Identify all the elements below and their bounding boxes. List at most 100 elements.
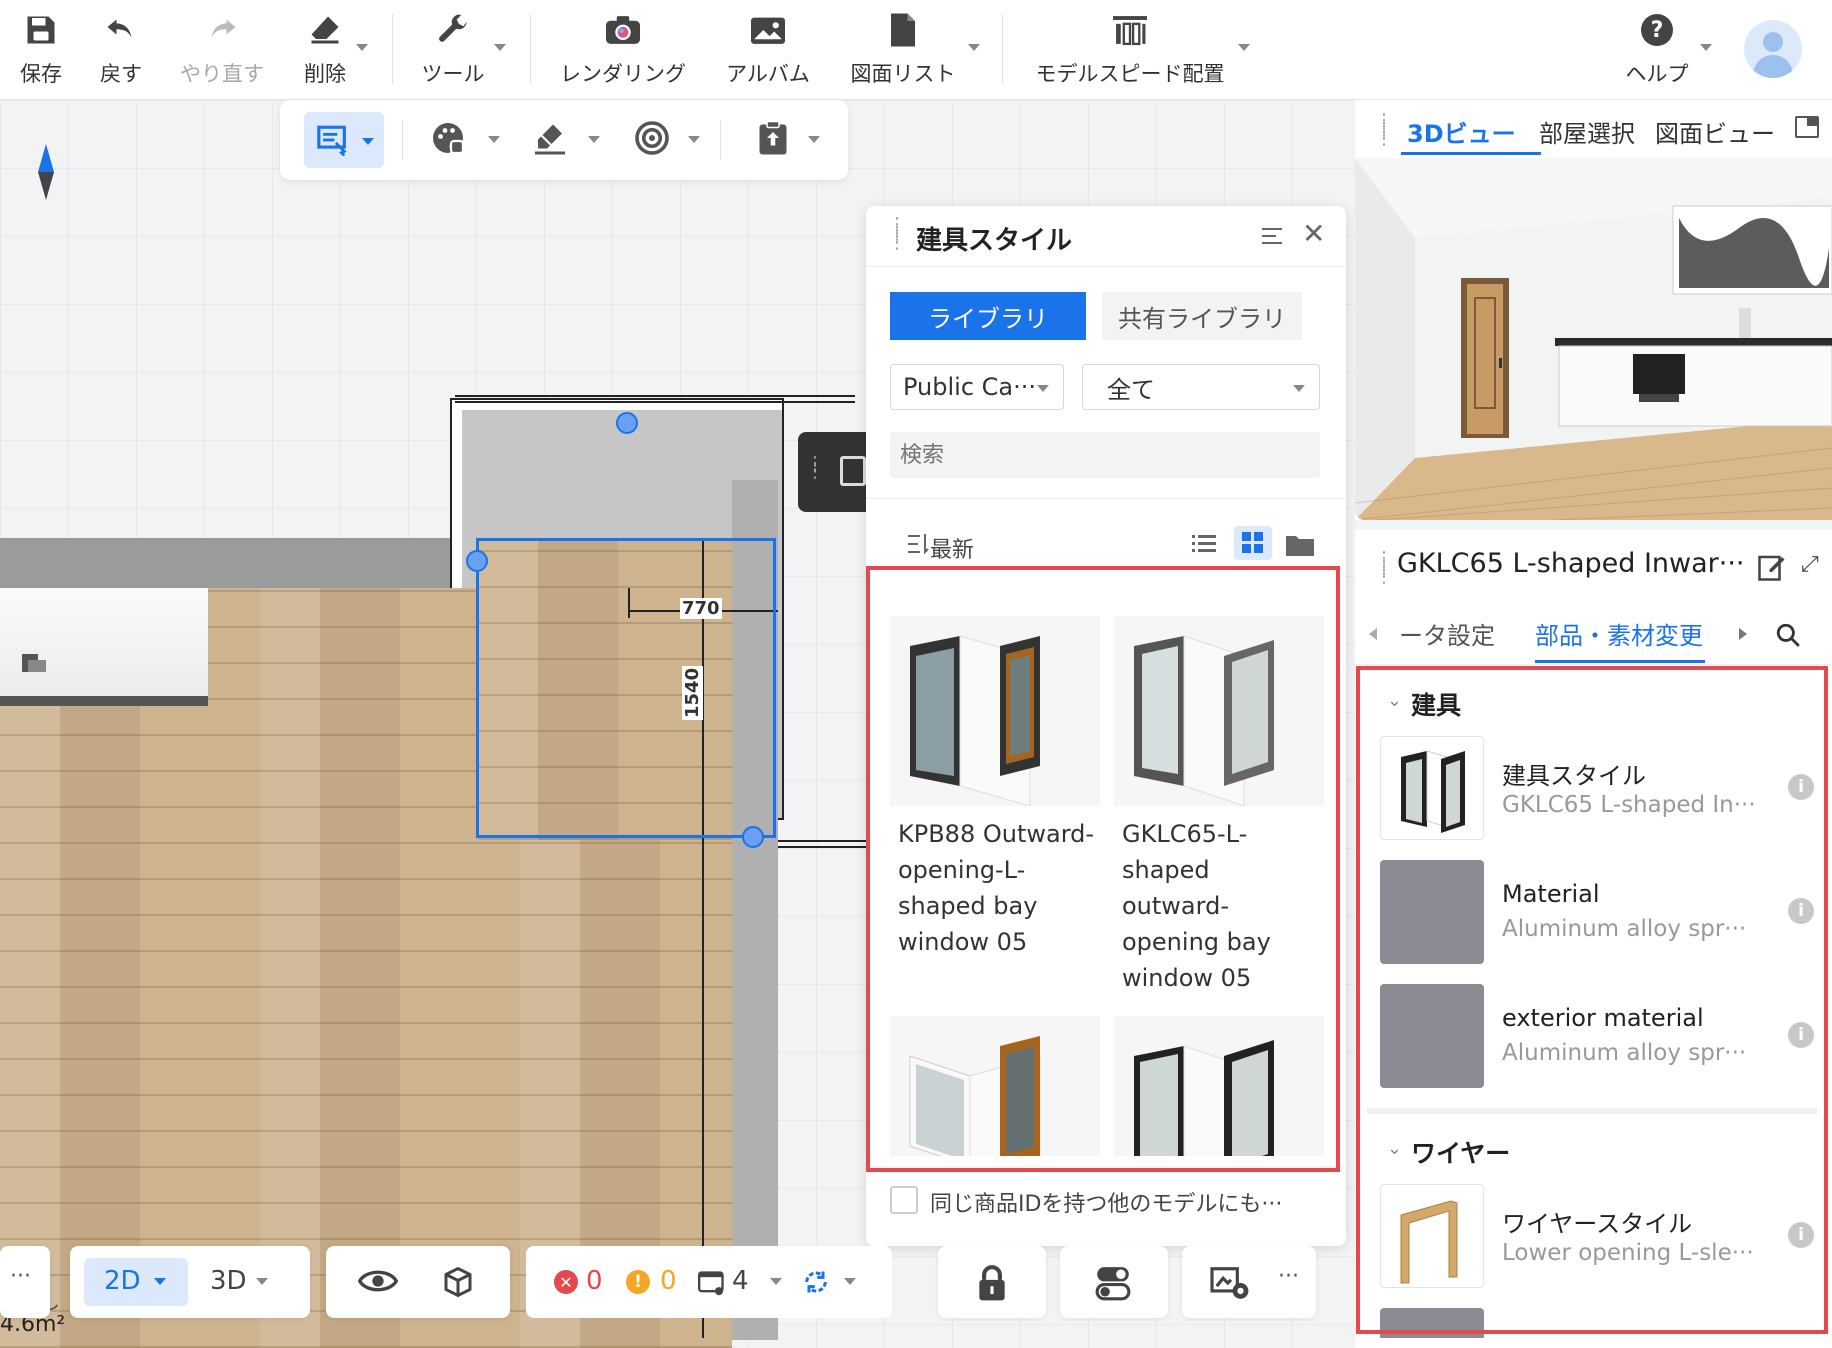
- tab-3d-view[interactable]: 3Dビュー: [1407, 114, 1516, 149]
- eye-icon[interactable]: [357, 1266, 399, 1300]
- library-item[interactable]: KPB88 Outward-opening-L-shaped bay windo…: [890, 616, 1100, 960]
- prop-row-door-style[interactable]: 建具スタイル GKLC65 L-shaped In··· i: [1380, 736, 1820, 844]
- prop-row-wire-style[interactable]: ワイヤースタイル Lower opening L-sle··· i: [1380, 1184, 1820, 1292]
- save-button[interactable]: 保存: [16, 8, 66, 92]
- model-speed-button[interactable]: モデルスピード配置: [1030, 8, 1230, 92]
- chevron-down-icon[interactable]: ⌄: [1387, 1138, 1402, 1159]
- drag-handle-icon[interactable]: ⋮ ⋮: [806, 455, 824, 481]
- prop-row-exterior-material[interactable]: exterior material Aluminum alloy spr··· …: [1380, 984, 1820, 1092]
- status-dropdown-caret[interactable]: [770, 1278, 782, 1285]
- sort-settings-icon[interactable]: [1262, 226, 1284, 250]
- tab-shared-library[interactable]: 共有ライブラリ: [1102, 292, 1302, 340]
- object-context-toolbar[interactable]: ⋮ ⋮: [798, 432, 868, 512]
- tools-dropdown-caret[interactable]: [494, 44, 506, 51]
- tab-room-select[interactable]: 部屋選択: [1539, 114, 1635, 149]
- wrench-icon: [431, 8, 475, 52]
- clipboard-icon[interactable]: [758, 120, 788, 160]
- apply-same-id-checkbox[interactable]: [890, 1186, 918, 1214]
- more-left-button[interactable]: ···: [0, 1246, 50, 1318]
- cube-icon[interactable]: [440, 1264, 476, 1304]
- chevron-down-icon[interactable]: ⌄: [1387, 690, 1402, 711]
- drag-handle-icon[interactable]: ⋮ ⋮ ⋮: [1375, 112, 1393, 148]
- duplicate-icon[interactable]: [840, 456, 866, 486]
- brush-icon[interactable]: [532, 120, 568, 160]
- 3d-viewport[interactable]: [1355, 158, 1832, 520]
- delete-button[interactable]: 削除: [300, 8, 350, 92]
- sync-icon[interactable]: [802, 1268, 830, 1300]
- material-swatch[interactable]: [1380, 1308, 1484, 1338]
- error-icon[interactable]: ✕: [554, 1270, 578, 1294]
- maximize-icon[interactable]: [1795, 116, 1819, 138]
- warning-icon[interactable]: !: [626, 1270, 650, 1294]
- section-wire-title[interactable]: ワイヤー: [1411, 1134, 1510, 1170]
- edit-icon[interactable]: [1757, 552, 1787, 586]
- cabinet-model[interactable]: [0, 588, 208, 706]
- tab-scroll-right-icon[interactable]: [1739, 628, 1747, 640]
- drag-handle-icon[interactable]: ⋮ ⋮ ⋮: [1375, 550, 1393, 586]
- library-item[interactable]: GKLC65-L-shaped outward-opening bay wind…: [1114, 616, 1324, 996]
- selection-handle[interactable]: [742, 826, 764, 848]
- sort-label[interactable]: 最新: [930, 532, 974, 564]
- more-button[interactable]: ···: [1278, 1264, 1299, 1289]
- expand-icon[interactable]: ⤢: [1801, 552, 1819, 577]
- toolbar-divider: [720, 120, 721, 160]
- list-view-icon[interactable]: [1192, 534, 1216, 558]
- catalog-select[interactable]: Public Ca···: [890, 364, 1064, 410]
- brush-dropdown-caret[interactable]: [588, 136, 600, 143]
- columns-icon: [1108, 8, 1152, 52]
- target-dropdown-caret[interactable]: [688, 136, 700, 143]
- avatar[interactable]: [1744, 20, 1802, 78]
- palette-dropdown-caret[interactable]: [488, 136, 500, 143]
- lock-button[interactable]: [938, 1246, 1046, 1318]
- 2d-mode-button[interactable]: 2D: [84, 1258, 188, 1306]
- rendering-button[interactable]: レンダリング: [558, 8, 688, 92]
- sort-icon[interactable]: [908, 532, 930, 560]
- drag-handle-icon[interactable]: ⋮ ⋮ ⋮: [888, 216, 906, 252]
- info-icon[interactable]: i: [1788, 1022, 1814, 1048]
- library-item[interactable]: [1114, 1016, 1324, 1156]
- selection-handle[interactable]: [466, 550, 488, 572]
- help-button[interactable]: ? ヘルプ: [1620, 8, 1694, 92]
- info-icon[interactable]: i: [1788, 898, 1814, 924]
- info-icon[interactable]: i: [1788, 1222, 1814, 1248]
- selection-handle[interactable]: [616, 412, 638, 434]
- help-icon: ?: [1635, 8, 1679, 52]
- folder-icon[interactable]: [1286, 534, 1314, 560]
- tab-plan-view[interactable]: 図面ビュー: [1655, 114, 1775, 149]
- tab-library[interactable]: ライブラリ: [890, 292, 1086, 340]
- palette-icon[interactable]: [430, 120, 466, 160]
- prop-row-material[interactable]: Material Aluminum alloy spr··· i: [1380, 860, 1820, 968]
- model-speed-dropdown-caret[interactable]: [1238, 44, 1250, 51]
- grid-view-icon[interactable]: [1234, 526, 1272, 560]
- tools-button[interactable]: ツール: [418, 8, 488, 92]
- tab-parameters[interactable]: ータ設定: [1399, 616, 1495, 651]
- delete-dropdown-caret[interactable]: [356, 44, 368, 51]
- section-fixture-title[interactable]: 建具: [1411, 686, 1461, 722]
- help-dropdown-caret[interactable]: [1700, 44, 1712, 51]
- library-item[interactable]: [890, 1016, 1100, 1156]
- toggle-settings-button[interactable]: [1060, 1246, 1168, 1318]
- drawing-list-button[interactable]: 図面リスト: [848, 8, 958, 92]
- select-mode-button[interactable]: [304, 112, 384, 168]
- apply-same-id-label: 同じ商品IDを持つ他のモデルにも···: [930, 1192, 1283, 1217]
- info-icon[interactable]: i: [1788, 774, 1814, 800]
- bay-window-thumbnail: [890, 1016, 1100, 1156]
- undo-button[interactable]: 戻す: [96, 8, 146, 92]
- 3d-mode-button[interactable]: 3D: [200, 1258, 296, 1306]
- drawing-status-icon[interactable]: [698, 1270, 726, 1300]
- search-input[interactable]: [890, 432, 1320, 478]
- tab-parts-materials[interactable]: 部品・素材変更: [1535, 616, 1703, 651]
- tab-scroll-left-icon[interactable]: [1369, 628, 1377, 640]
- scene-settings-button[interactable]: ···: [1182, 1246, 1316, 1318]
- album-button[interactable]: アルバム: [722, 8, 814, 92]
- filter-select[interactable]: 全て: [1082, 364, 1320, 410]
- selection-box[interactable]: [476, 538, 776, 838]
- sync-dropdown-caret[interactable]: [844, 1278, 856, 1285]
- search-icon[interactable]: [1775, 622, 1801, 652]
- redo-button[interactable]: やり直す: [172, 8, 272, 92]
- compass-icon[interactable]: [36, 144, 56, 204]
- target-icon[interactable]: [634, 120, 670, 160]
- clipboard-dropdown-caret[interactable]: [808, 136, 820, 143]
- close-icon[interactable]: ✕: [1302, 220, 1325, 248]
- drawing-list-dropdown-caret[interactable]: [968, 44, 980, 51]
